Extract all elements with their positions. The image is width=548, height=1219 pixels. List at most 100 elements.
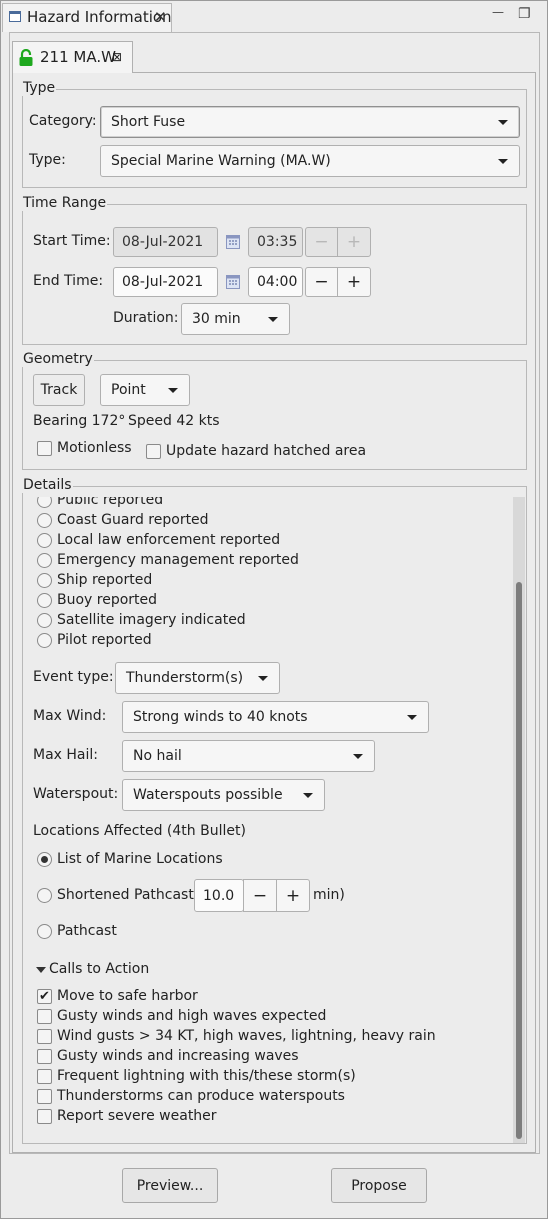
chevron-down-icon — [303, 793, 313, 798]
category-value: Short Fuse — [111, 114, 186, 130]
source-option: Buoy reported — [57, 592, 158, 608]
source-option: Coast Guard reported — [57, 512, 209, 528]
cta-title[interactable]: Calls to Action — [49, 961, 149, 977]
minimize-icon[interactable]: — — [492, 5, 504, 19]
plus-icon: + — [346, 232, 362, 252]
max-wind-label: Max Wind: — [33, 708, 107, 724]
track-button-label: Track — [40, 382, 78, 398]
max-hail-label: Max Hail: — [33, 747, 98, 763]
plus-icon: + — [285, 885, 301, 906]
source-radio[interactable] — [37, 497, 52, 508]
event-type-label: Event type: — [33, 669, 114, 685]
source-option: Local law enforcement reported — [57, 532, 281, 548]
cta-label: Frequent lightning with this/these storm… — [57, 1068, 356, 1084]
geometry-title: Geometry — [22, 351, 94, 367]
source-radio[interactable] — [37, 573, 52, 588]
start-time-increment-button: + — [337, 227, 371, 257]
end-date-field[interactable]: 08-Jul-2021 — [113, 267, 218, 297]
max-hail-combo[interactable]: No hail — [122, 740, 375, 772]
source-option: Public reported — [57, 497, 164, 508]
start-time-label: Start Time: — [33, 233, 111, 249]
chevron-down-icon — [258, 676, 268, 681]
cta-label: Gusty winds and increasing waves — [57, 1048, 299, 1064]
start-time-field: 03:35 — [248, 227, 303, 257]
source-radio[interactable] — [37, 533, 52, 548]
motionless-checkbox[interactable] — [37, 441, 52, 456]
calendar-icon[interactable] — [226, 275, 240, 289]
maximize-icon[interactable]: ❐ — [518, 6, 531, 22]
end-time-decrement-button[interactable]: − — [305, 267, 338, 297]
cta-checkbox[interactable] — [37, 1089, 52, 1104]
end-time-increment-button[interactable]: + — [337, 267, 371, 297]
start-time-value: 03:35 — [257, 234, 298, 250]
waterspout-label: Waterspout: — [33, 786, 119, 802]
expander-down-icon[interactable] — [36, 967, 46, 973]
waterspout-value: Waterspouts possible — [133, 787, 283, 803]
minus-icon: − — [314, 232, 329, 252]
pathcast-minutes-value: 10.0 — [203, 887, 235, 904]
cta-checkbox[interactable] — [37, 1049, 52, 1064]
cta-checkbox[interactable] — [37, 1029, 52, 1044]
cta-label: Thunderstorms can produce waterspouts — [57, 1088, 345, 1104]
type-value: Special Marine Warning (MA.W) — [111, 153, 331, 169]
update-hatched-checkbox[interactable] — [146, 444, 161, 459]
category-combo[interactable]: Short Fuse — [100, 106, 520, 138]
duration-label: Duration: — [113, 310, 179, 326]
source-option: Pilot reported — [57, 632, 152, 648]
chevron-down-icon — [268, 317, 278, 322]
cta-checkbox[interactable]: ✔ — [37, 989, 52, 1004]
source-radio[interactable] — [37, 593, 52, 608]
bearing-text: Bearing 172° — [33, 413, 126, 429]
loc-short-radio[interactable] — [37, 888, 52, 903]
waterspout-combo[interactable]: Waterspouts possible — [122, 779, 325, 811]
max-wind-value: Strong winds to 40 knots — [133, 709, 308, 725]
event-type-combo[interactable]: Thunderstorm(s) — [115, 662, 280, 694]
event-type-value: Thunderstorm(s) — [126, 670, 244, 686]
source-radio[interactable] — [37, 553, 52, 568]
hazard-tab-label: 211 MA.W — [40, 48, 116, 66]
pathcast-increment-button[interactable]: + — [276, 879, 310, 912]
pathcast-decrement-button[interactable]: − — [243, 879, 277, 912]
view-title: Hazard Information — [27, 8, 172, 26]
loc-pathcast-radio[interactable] — [37, 924, 52, 939]
propose-button[interactable]: Propose — [331, 1168, 427, 1203]
max-wind-combo[interactable]: Strong winds to 40 knots — [122, 701, 429, 733]
cta-checkbox[interactable] — [37, 1069, 52, 1084]
preview-button[interactable]: Preview... — [122, 1168, 218, 1203]
chevron-down-icon — [168, 388, 178, 393]
cta-checkbox[interactable] — [37, 1009, 52, 1024]
end-time-label: End Time: — [33, 273, 104, 289]
loc-pathcast-label: Pathcast — [57, 923, 117, 939]
calendar-icon — [226, 235, 240, 249]
plus-icon: + — [346, 272, 362, 292]
view-close-icon[interactable]: ✕ — [154, 8, 167, 26]
duration-value: 30 min — [192, 311, 241, 327]
cta-label: Move to safe harbor — [57, 988, 198, 1004]
source-option: Satellite imagery indicated — [57, 612, 246, 628]
chevron-down-icon — [407, 715, 417, 720]
source-radio[interactable] — [37, 513, 52, 528]
source-radio[interactable] — [37, 613, 52, 628]
duration-combo[interactable]: 30 min — [181, 303, 290, 335]
cta-label: Report severe weather — [57, 1108, 217, 1124]
details-title: Details — [22, 477, 73, 493]
loc-list-label: List of Marine Locations — [57, 851, 223, 867]
track-button[interactable]: Track — [33, 374, 85, 406]
propose-button-label: Propose — [351, 1177, 407, 1194]
start-time-decrement-button: − — [305, 227, 338, 257]
geometry-mode-value: Point — [111, 382, 146, 398]
start-date-value: 08-Jul-2021 — [122, 234, 204, 250]
type-combo[interactable]: Special Marine Warning (MA.W) — [100, 145, 520, 177]
cta-checkbox[interactable] — [37, 1109, 52, 1124]
max-hail-value: No hail — [133, 748, 182, 764]
cta-label: Gusty winds and high waves expected — [57, 1008, 327, 1024]
chevron-down-icon — [498, 120, 508, 125]
pathcast-minutes-field[interactable]: 10.0 — [194, 879, 244, 912]
details-scrollbar-thumb[interactable] — [516, 582, 522, 1139]
geometry-mode-combo[interactable]: Point — [100, 374, 190, 406]
loc-list-radio[interactable] — [37, 852, 52, 867]
source-radio[interactable] — [37, 633, 52, 648]
details-scroll-area: Public reported Coast Guard reported Loc… — [23, 497, 513, 1143]
end-time-field[interactable]: 04:00 — [248, 267, 303, 297]
hazard-tab-close-icon[interactable]: ⊠ — [112, 50, 122, 64]
